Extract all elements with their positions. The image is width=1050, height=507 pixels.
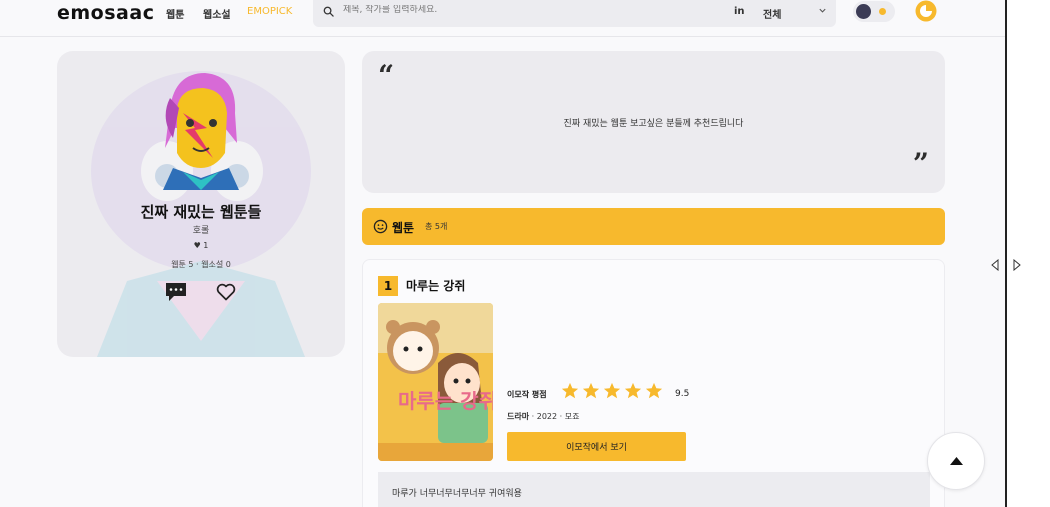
star-icon	[582, 382, 600, 399]
user-avatar-icon[interactable]	[913, 0, 939, 22]
profile-title: 진짜 재밌는 웹툰들	[140, 203, 262, 221]
comment-icon[interactable]	[165, 282, 187, 302]
list-item: 1 마루는 강쥐 마루는 강쥐 이모작 평점 9.5 드라마 · 2022 · …	[362, 259, 945, 507]
item-year: 2022	[536, 412, 558, 421]
close-quote-icon: ”	[912, 147, 929, 180]
side-panel	[1005, 0, 1050, 507]
resize-handle-icon[interactable]	[988, 259, 1024, 271]
heart-icon[interactable]	[216, 283, 236, 301]
rank-badge: 1	[378, 276, 398, 296]
chevron-down-icon[interactable]	[818, 6, 827, 15]
nav-emopick[interactable]: EMOPICK	[247, 6, 292, 17]
rating-stars	[561, 382, 663, 400]
profile-card: 진짜 재밌는 웹툰들 호롤 ♥ 1 웹툰 5 · 웹소설 0	[57, 51, 345, 357]
open-quote-icon: “	[378, 59, 395, 92]
view-on-emosaac-button[interactable]: 이모작에서 보기	[507, 432, 686, 461]
rating-value: 9.5	[675, 389, 690, 399]
site-logo[interactable]: emosaac	[57, 2, 154, 24]
cover-title-text: 마루는 강쥐	[398, 389, 493, 413]
profile-author[interactable]: 호롤	[57, 223, 345, 236]
search-scope-in-label: in	[734, 6, 745, 17]
profile-counts: 웹툰 5 · 웹소설 0	[171, 260, 231, 269]
section-header-webtoon: 웹툰 총 5개	[362, 208, 945, 245]
smile-icon	[373, 219, 388, 234]
item-genre: 드라마	[507, 412, 530, 421]
search-bar: in 전체	[313, 0, 836, 27]
theme-toggle[interactable]	[853, 1, 895, 22]
nav-webtoon[interactable]: 웹툰	[166, 6, 184, 21]
section-count: 총 5개	[425, 222, 448, 231]
quote-text: 진짜 재밌는 웹툰 보고싶은 분들께 추천드립니다	[563, 119, 744, 129]
star-icon	[645, 382, 663, 399]
section-title: 웹툰	[392, 221, 415, 235]
profile-avatar	[163, 73, 239, 190]
search-icon[interactable]	[323, 6, 334, 17]
nav-webnovel[interactable]: 웹소설	[203, 6, 231, 21]
search-input[interactable]	[343, 5, 703, 15]
profile-likes: ♥ 1	[193, 241, 209, 250]
caret-up-icon	[950, 457, 963, 465]
item-description-box: 마루가 너무너무너무너무 귀여워용	[378, 472, 930, 507]
item-description: 마루가 너무너무너무너무 귀여워용	[392, 489, 522, 499]
item-title[interactable]: 마루는 강쥐	[406, 277, 465, 294]
search-scope-select[interactable]: 전체	[763, 6, 781, 21]
star-icon	[603, 382, 621, 399]
sun-icon	[879, 8, 886, 15]
star-icon	[561, 382, 579, 399]
star-icon	[624, 382, 642, 399]
item-author: 모죠	[564, 412, 580, 421]
item-meta: 드라마 · 2022 · 모죠	[507, 412, 580, 421]
rating-label: 이모작 평점	[507, 390, 547, 399]
quote-card: “ 진짜 재밌는 웹툰 보고싶은 분들께 추천드립니다 ”	[362, 51, 945, 193]
cover-image[interactable]: 마루는 강쥐	[378, 303, 493, 461]
top-header: emosaac 웹툰 웹소설 EMOPICK in 전체	[0, 0, 1005, 37]
scroll-top-button[interactable]	[927, 432, 985, 490]
toggle-knob	[856, 4, 871, 19]
